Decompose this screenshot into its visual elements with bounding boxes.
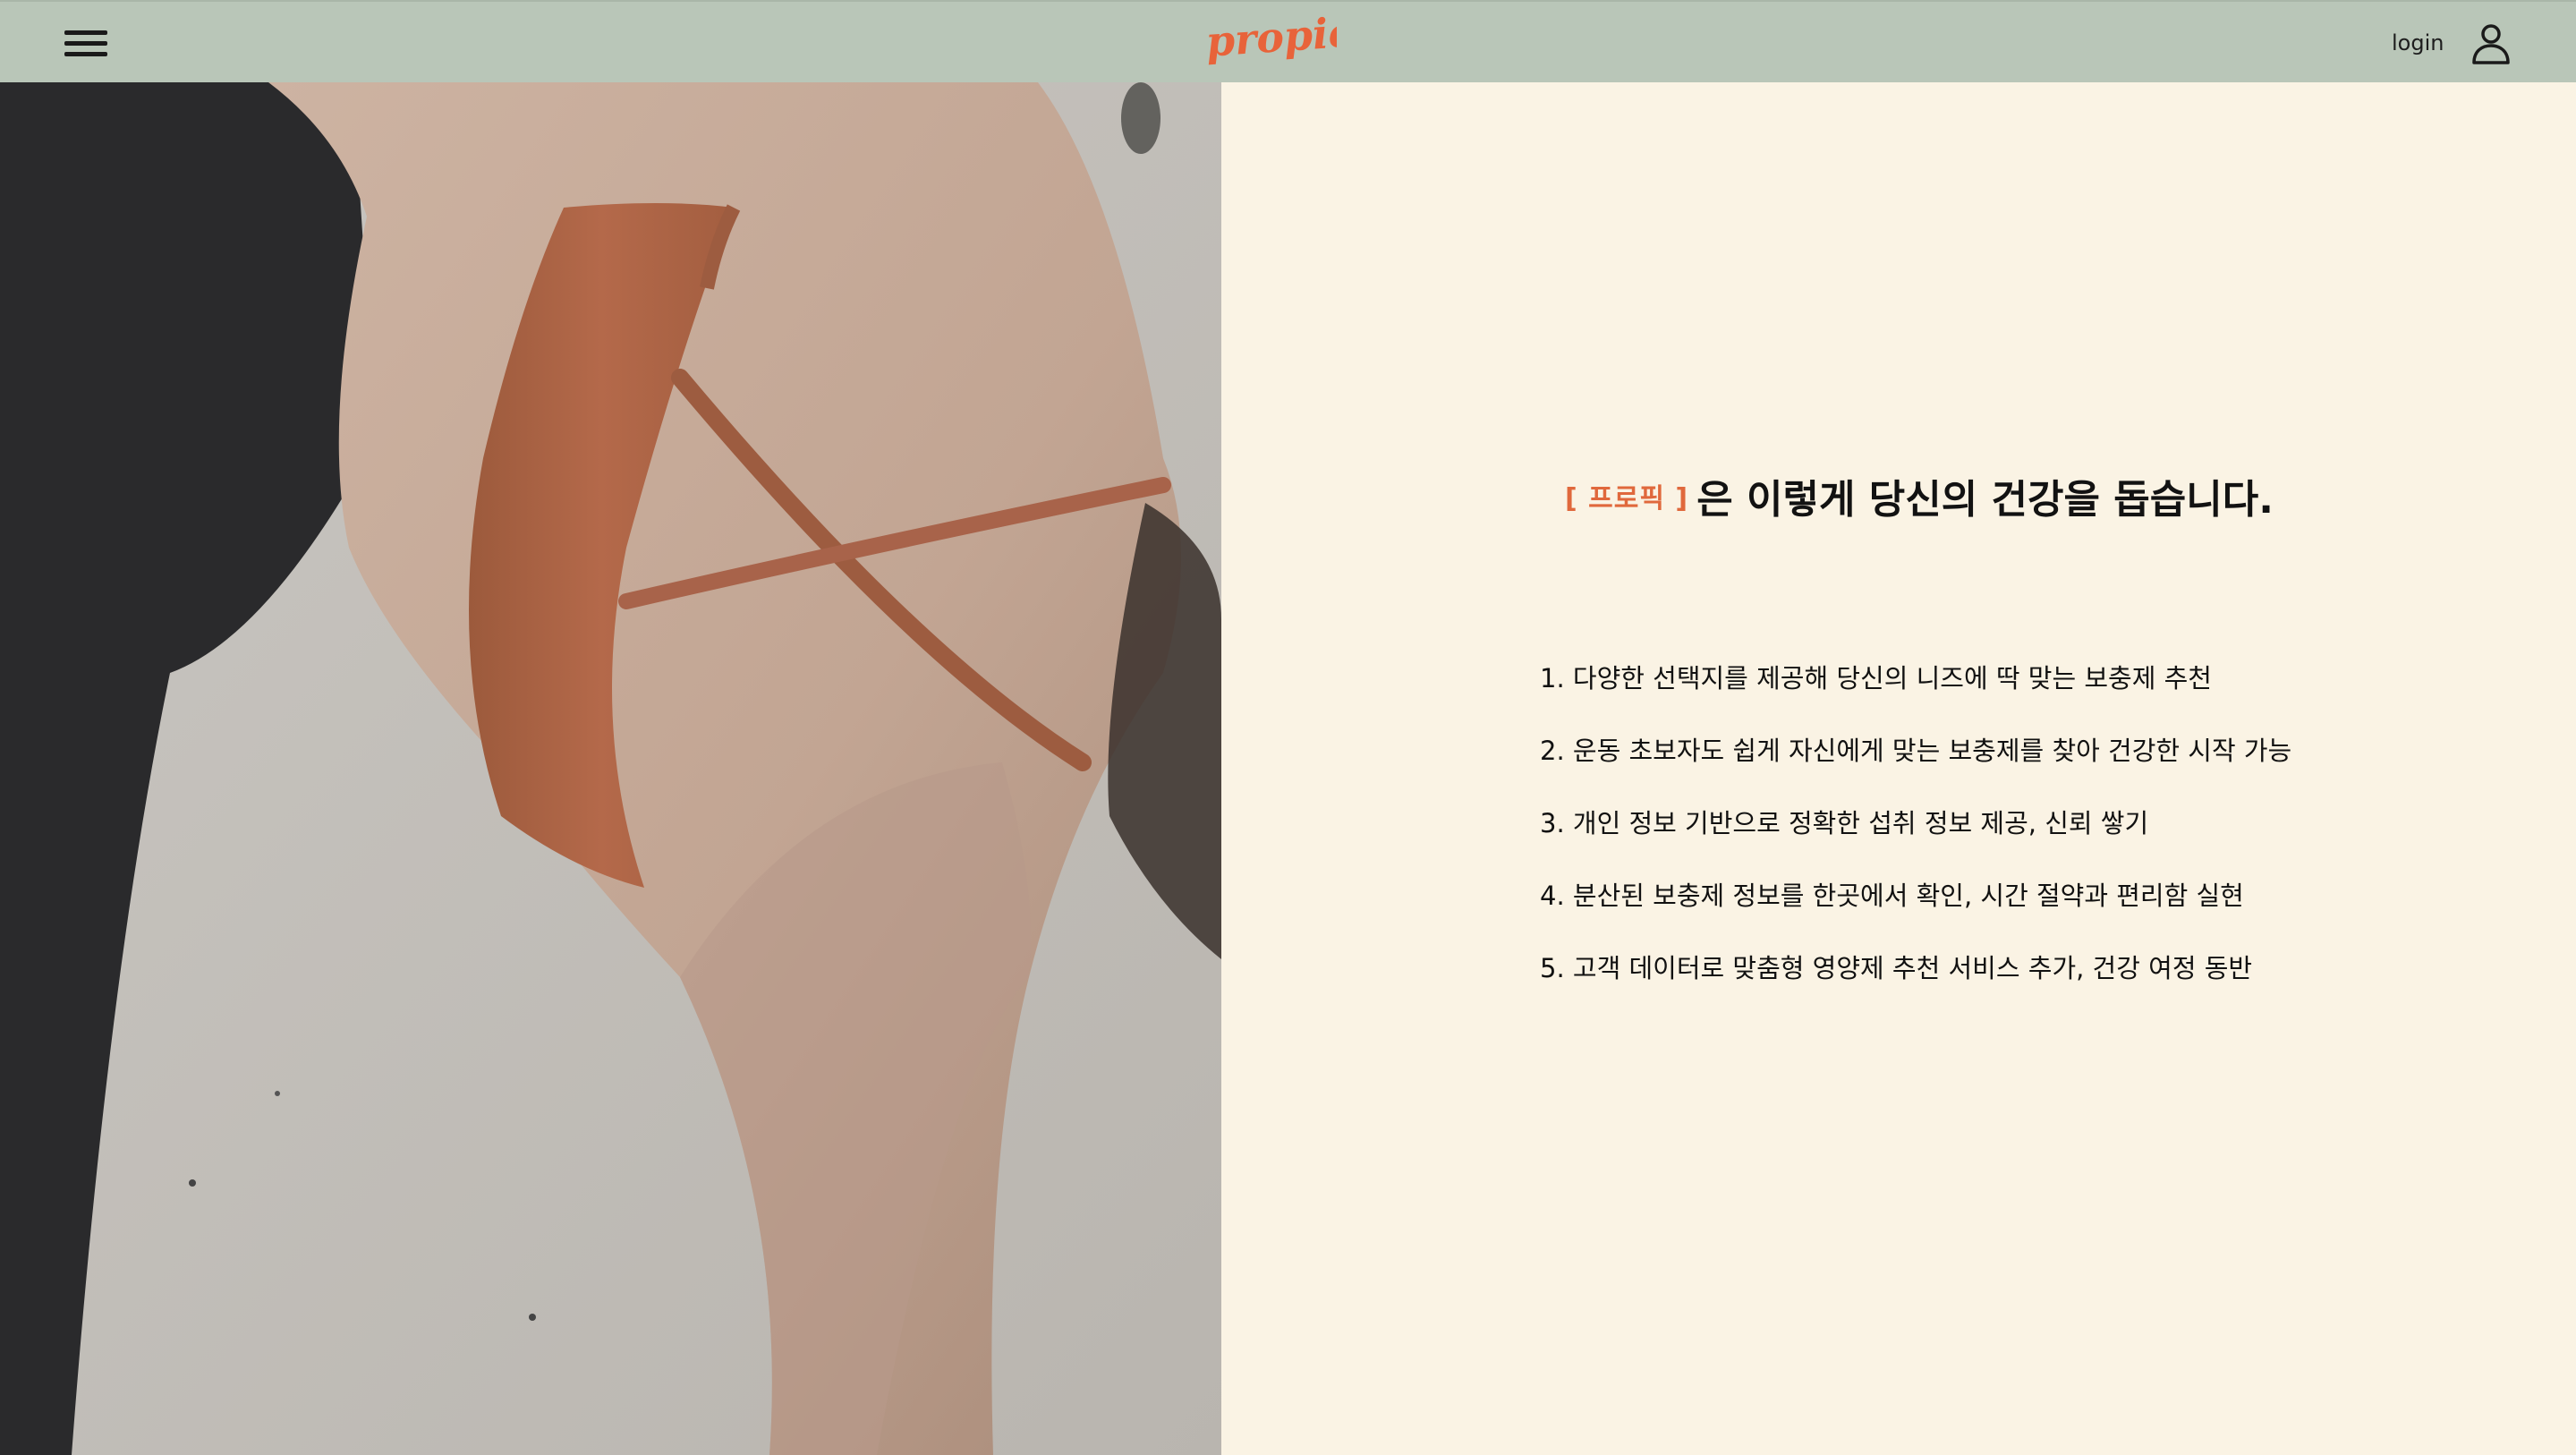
feature-item: 3. 개인 정보 기반으로 정확한 섭취 정보 제공, 신뢰 쌓기 [1540,808,2149,838]
feature-item: 5. 고객 데이터로 맞춤형 영양제 추천 서비스 추가, 건강 여정 동반 [1540,953,2253,983]
feature-item: 1. 다양한 선택지를 제공해 당신의 니즈에 딱 맞는 보충제 추천 [1540,663,2212,693]
feature-list: 1. 다양한 선택지를 제공해 당신의 니즈에 딱 맞는 보충제 추천 2. 운… [1540,655,2542,1017]
login-link[interactable]: login [2392,30,2444,55]
menu-line [64,41,107,46]
svg-text:propick: propick [1204,5,1337,66]
menu-line [64,30,107,35]
user-icon[interactable] [2470,21,2512,64]
page-headline: [ 프로픽 ] 은 이렇게 당신의 건강을 돕습니다. [1565,467,2549,524]
menu-line [64,52,107,56]
brand-tag: [ 프로픽 ] [1565,483,1689,515]
logo-wordmark: propick [1204,5,1383,66]
feature-item: 4. 분산된 보충제 정보를 한곳에서 확인, 시간 절약과 편리함 실현 [1540,881,2244,911]
hero-photo [0,82,1221,1455]
feature-item: 2. 운동 초보자도 쉽게 자신에게 맞는 보충제를 찾아 건강한 시작 가능 [1540,736,2292,766]
intro-content-panel: [ 프로픽 ] 은 이렇게 당신의 건강을 돕습니다. 1. 다양한 선택지를 … [1221,82,2576,1455]
top-navigation-bar: propick login [0,0,2576,82]
propick-logo[interactable]: propick [1203,5,1383,77]
headline-text: 은 이렇게 당신의 건강을 돕습니다. [1696,477,2274,523]
hamburger-menu-icon[interactable] [64,29,109,59]
hero-photo-illustration [0,82,1221,1455]
